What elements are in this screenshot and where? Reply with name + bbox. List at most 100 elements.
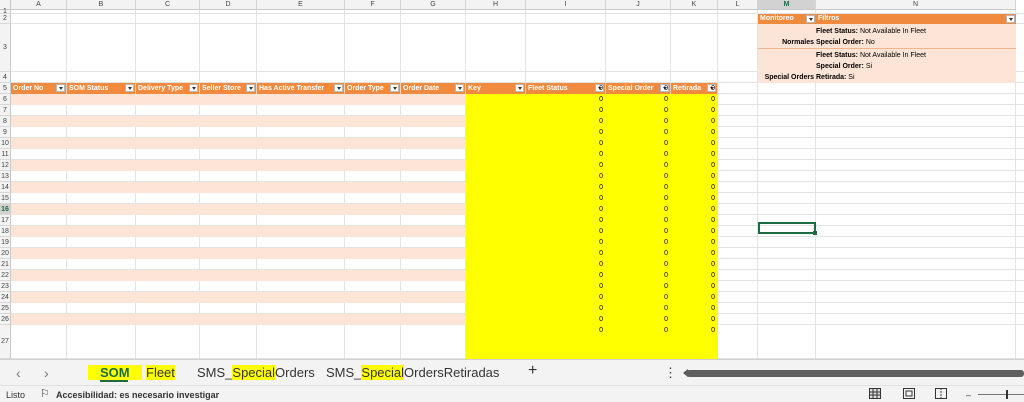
table-cell-value[interactable]: 0	[526, 325, 603, 336]
table-cell-value[interactable]: 0	[526, 83, 603, 94]
next-sheet-icon[interactable]: ›	[44, 365, 49, 381]
table-cell-value[interactable]: 0	[671, 160, 715, 171]
table-cell-value[interactable]: 0	[606, 270, 668, 281]
pivot-header-filtros[interactable]: Filtros	[816, 14, 1016, 24]
tab-fleet[interactable]: Fleet	[146, 365, 175, 381]
table-cell-value[interactable]: 0	[606, 303, 668, 314]
table-header-delivery-type[interactable]: Delivery Type	[136, 83, 200, 94]
filter-dropdown-icon[interactable]	[455, 84, 464, 92]
table-cell-value[interactable]: 0	[526, 127, 603, 138]
column-header-j[interactable]: J	[606, 0, 671, 10]
table-cell-value[interactable]: 0	[671, 248, 715, 259]
table-cell-value[interactable]: 0	[671, 127, 715, 138]
row-header-8[interactable]: 8	[0, 116, 11, 127]
filter-dropdown-icon[interactable]	[246, 84, 255, 92]
column-header-f[interactable]: F	[345, 0, 401, 10]
row-header-13[interactable]: 13	[0, 171, 11, 182]
table-cell-value[interactable]: 0	[526, 248, 603, 259]
table-cell-value[interactable]: 0	[671, 237, 715, 248]
column-header-l[interactable]: L	[718, 0, 758, 10]
table-cell-value[interactable]: 0	[526, 292, 603, 303]
filter-dropdown-icon[interactable]	[56, 84, 65, 92]
row-header-23[interactable]: 23	[0, 281, 11, 292]
table-cell-value[interactable]: 0	[671, 226, 715, 237]
table-cell-value[interactable]: 0	[671, 94, 715, 105]
horizontal-scrollbar[interactable]	[686, 370, 1024, 377]
table-cell-value[interactable]: 0	[526, 270, 603, 281]
table-cell-value[interactable]: 0	[606, 182, 668, 193]
table-header-has-active-transfer[interactable]: Has Active Transfer	[257, 83, 345, 94]
row-header-3[interactable]: 3	[0, 24, 11, 72]
column-header-m[interactable]: M	[758, 0, 816, 10]
table-cell-value[interactable]: 0	[671, 116, 715, 127]
table-cell-value[interactable]: 0	[606, 292, 668, 303]
column-header-n[interactable]: N	[816, 0, 1016, 10]
row-header-17[interactable]: 17	[0, 215, 11, 226]
table-cell-value[interactable]: 0	[671, 259, 715, 270]
table-cell-value[interactable]: 0	[526, 204, 603, 215]
table-cell-value[interactable]: 0	[526, 182, 603, 193]
table-cell-value[interactable]: 0	[526, 94, 603, 105]
row-header-18[interactable]: 18	[0, 226, 11, 237]
column-header-c[interactable]: C	[136, 0, 200, 10]
table-cell-value[interactable]: 0	[606, 325, 668, 336]
row-header-5[interactable]: 5	[0, 83, 11, 94]
row-header-21[interactable]: 21	[0, 259, 11, 270]
table-cell-value[interactable]: 0	[671, 171, 715, 182]
table-cell-value[interactable]: 0	[606, 83, 668, 94]
filter-dropdown-icon[interactable]	[125, 84, 134, 92]
row-header-16[interactable]: 16	[0, 204, 11, 215]
row-header-19[interactable]: 19	[0, 237, 11, 248]
row-header-24[interactable]: 24	[0, 292, 11, 303]
table-cell-value[interactable]: 0	[671, 105, 715, 116]
filter-dropdown-icon[interactable]	[1006, 15, 1015, 23]
row-header-26[interactable]: 26	[0, 314, 11, 325]
table-cell-value[interactable]: 0	[606, 248, 668, 259]
table-cell-value[interactable]: 0	[526, 259, 603, 270]
accessibility-icon[interactable]: ⚐	[40, 388, 50, 400]
table-cell-value[interactable]: 0	[671, 204, 715, 215]
tab-sms-specialorders[interactable]: SMS_SpecialOrders	[197, 365, 315, 381]
table-cell-value[interactable]: 0	[671, 138, 715, 149]
table-cell-value[interactable]: 0	[671, 270, 715, 281]
row-header-7[interactable]: 7	[0, 105, 11, 116]
table-cell-value[interactable]: 0	[606, 226, 668, 237]
tab-sms-specialordersretiradas[interactable]: SMS_SpecialOrdersRetiradas	[326, 365, 499, 381]
table-header-seller-store[interactable]: Seller Store	[200, 83, 257, 94]
row-header-22[interactable]: 22	[0, 270, 11, 281]
page-break-icon[interactable]	[935, 388, 947, 402]
prev-sheet-icon[interactable]: ‹	[16, 365, 21, 381]
column-header-h[interactable]: H	[466, 0, 526, 10]
row-header-11[interactable]: 11	[0, 149, 11, 160]
table-cell-value[interactable]: 0	[606, 116, 668, 127]
table-cell-value[interactable]: 0	[606, 94, 668, 105]
table-cell-value[interactable]: 0	[606, 105, 668, 116]
accessibility-status[interactable]: Accesibilidad: es necesario investigar	[56, 389, 219, 401]
table-cell-value[interactable]: 0	[526, 105, 603, 116]
table-cell-value[interactable]: 0	[671, 215, 715, 226]
table-cell-value[interactable]: 0	[671, 182, 715, 193]
zoom-slider-thumb[interactable]	[1006, 390, 1008, 399]
table-cell-value[interactable]: 0	[671, 303, 715, 314]
table-cell-value[interactable]: 0	[606, 314, 668, 325]
row-header-25[interactable]: 25	[0, 303, 11, 314]
row-header-14[interactable]: 14	[0, 182, 11, 193]
table-cell-value[interactable]: 0	[606, 127, 668, 138]
table-cell-value[interactable]: 0	[671, 149, 715, 160]
row-header-15[interactable]: 15	[0, 193, 11, 204]
table-cell-value[interactable]: 0	[526, 281, 603, 292]
row-header-6[interactable]: 6	[0, 94, 11, 105]
table-cell-value[interactable]: 0	[606, 171, 668, 182]
column-header-i[interactable]: I	[526, 0, 606, 10]
tab-som[interactable]: SOM	[88, 365, 142, 381]
filter-dropdown-icon[interactable]	[390, 84, 399, 92]
column-header-d[interactable]: D	[200, 0, 257, 10]
table-cell-value[interactable]: 0	[606, 149, 668, 160]
spreadsheet-grid[interactable]: ABCDEFGHIJKLMN 1 2 3 4 5 6 7 8 9 10 11 12 13 14 15 16 17…	[0, 0, 1024, 359]
table-header-som-status[interactable]: SOM Status	[67, 83, 136, 94]
add-sheet-button[interactable]: +	[528, 363, 537, 379]
row-header-10[interactable]: 10	[0, 138, 11, 149]
pivot-header-monitoreo[interactable]: Monitoreo	[758, 14, 816, 24]
active-cell-M16[interactable]	[758, 222, 817, 235]
table-cell-value[interactable]: 0	[526, 237, 603, 248]
